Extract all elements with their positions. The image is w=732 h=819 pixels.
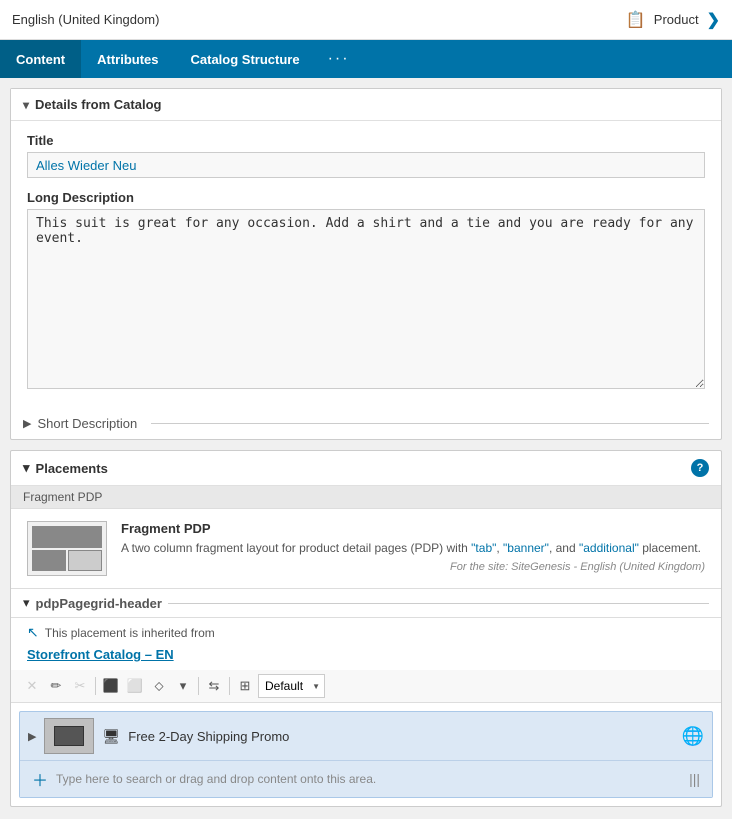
- top-bar-right: 📋 Product ❯: [626, 10, 720, 30]
- toolbar-close-button[interactable]: ✕: [21, 675, 43, 697]
- toolbar-default-select[interactable]: Default: [258, 674, 325, 698]
- add-plus-icon[interactable]: ＋: [32, 767, 48, 791]
- catalog-body: Title Long Description This suit is grea…: [11, 121, 721, 408]
- content-item-row: ▶ 🖥 Free 2-Day Shipping Promo 🌐: [20, 712, 712, 760]
- title-label: Title: [27, 133, 705, 148]
- inherited-row: ↖ This placement is inherited from: [11, 618, 721, 647]
- fragment-label: Fragment PDP: [23, 490, 102, 504]
- toolbar-grid-button[interactable]: ⊞: [234, 675, 256, 697]
- details-section-label: Details from Catalog: [35, 97, 161, 112]
- details-section-header[interactable]: ▾ Details from Catalog: [11, 89, 721, 121]
- expand-arrow-icon[interactable]: ▶: [28, 730, 36, 743]
- content-thumb-inner: [54, 726, 84, 746]
- fragment-desc: A two column fragment layout for product…: [121, 540, 705, 557]
- long-desc-label: Long Description: [27, 190, 705, 205]
- toolbar-divider-1: [95, 677, 96, 695]
- thumb-top: [32, 526, 102, 548]
- details-from-catalog-card: ▾ Details from Catalog Title Long Descri…: [10, 88, 722, 440]
- top-bar: English (United Kingdom) 📋 Product ❯: [0, 0, 732, 40]
- thumb-bottom-right: [68, 550, 102, 572]
- toolbar-edit-button[interactable]: ✏: [45, 675, 67, 697]
- inherited-link[interactable]: Storefront Catalog – EN: [27, 647, 174, 662]
- toolbar-paste-button[interactable]: ⬜: [124, 675, 146, 697]
- content-item-label: Free 2-Day Shipping Promo: [128, 729, 673, 744]
- fragment-pdp-label-row: Fragment PDP: [11, 486, 721, 509]
- toolbar-cut-button[interactable]: ✂: [69, 675, 91, 697]
- placements-header: ▾ Placements ?: [11, 451, 721, 486]
- toolbar-divider-2: [198, 677, 199, 695]
- long-desc-textarea[interactable]: This suit is great for any occasion. Add…: [27, 209, 705, 389]
- pdpgrid-header-row[interactable]: ▾ pdpPagegrid-header: [11, 589, 721, 618]
- chevron-right-icon[interactable]: ❯: [707, 10, 720, 30]
- globe-icon[interactable]: 🌐: [682, 726, 704, 747]
- fragment-content: Fragment PDP A two column fragment layou…: [11, 509, 721, 589]
- short-desc-divider: [151, 423, 709, 424]
- tab-attributes[interactable]: Attributes: [81, 40, 174, 78]
- toolbar-copy-button[interactable]: ⬛: [100, 675, 122, 697]
- toolbar-divider-3: [229, 677, 230, 695]
- fragment-desc-quoted1: "tab": [471, 541, 496, 555]
- fragment-site: For the site: SiteGenesis - English (Uni…: [121, 561, 705, 573]
- nav-tabs: Content Attributes Catalog Structure ···: [0, 40, 732, 78]
- chevron-down-icon: ▾: [23, 460, 30, 476]
- toolbar-dropdown-button[interactable]: ▾: [172, 675, 194, 697]
- thumb-bottom-left: [32, 550, 66, 572]
- bar-chart-icon: |||: [689, 771, 700, 787]
- toolbar-select-wrap: Default: [258, 674, 325, 698]
- add-placeholder: Type here to search or drag and drop con…: [56, 772, 376, 786]
- pdpgrid-label: pdpPagegrid-header: [36, 596, 162, 611]
- tab-catalog-structure[interactable]: Catalog Structure: [175, 40, 316, 78]
- tab-content[interactable]: Content: [0, 40, 81, 78]
- short-desc-label: Short Description: [37, 416, 137, 431]
- help-icon[interactable]: ?: [691, 459, 709, 477]
- placements-card: ▾ Placements ? Fragment PDP Fragment PDP: [10, 450, 722, 807]
- inherited-link-row: Storefront Catalog – EN: [11, 647, 721, 670]
- chevron-down-icon: ▾: [23, 98, 29, 112]
- content-item-thumbnail: [44, 718, 94, 754]
- title-input[interactable]: [27, 152, 705, 178]
- chevron-right-icon: ▶: [23, 417, 31, 430]
- inherit-icon: ↖: [27, 624, 39, 641]
- add-row: ＋ Type here to search or drag and drop c…: [20, 760, 712, 797]
- fragment-text-area: Fragment PDP A two column fragment layou…: [121, 521, 705, 573]
- fragment-desc-quoted2: "banner": [503, 541, 549, 555]
- placements-header-left[interactable]: ▾ Placements: [23, 460, 108, 476]
- chevron-down-icon: ▾: [23, 595, 30, 611]
- toolbar-sort-button[interactable]: ⬦: [148, 675, 170, 697]
- short-desc-row[interactable]: ▶ Short Description: [11, 408, 721, 439]
- placements-label: Placements: [36, 461, 108, 476]
- content-item-area: ▶ 🖥 Free 2-Day Shipping Promo 🌐 ＋ Type h…: [19, 711, 713, 798]
- toolbar-move-button[interactable]: ⇆: [203, 675, 225, 697]
- product-label: Product: [654, 12, 699, 27]
- main-content: ▾ Details from Catalog Title Long Descri…: [0, 78, 732, 817]
- content-item-type-icon: 🖥: [102, 728, 120, 745]
- fragment-thumb-inner: [32, 526, 102, 571]
- fragment-desc-quoted3: "additional": [579, 541, 639, 555]
- fragment-title: Fragment PDP: [121, 521, 705, 536]
- locale-label: English (United Kingdom): [12, 12, 159, 27]
- toolbar-row: ✕ ✏ ✂ ⬛ ⬜ ⬦ ▾ ⇆ ⊞ Default: [11, 670, 721, 703]
- fragment-thumbnail: [27, 521, 107, 576]
- tab-more[interactable]: ···: [316, 40, 362, 78]
- pdpgrid-divider: [168, 603, 709, 604]
- inherited-text: This placement is inherited from: [45, 626, 215, 640]
- book-icon: 📋: [626, 10, 646, 30]
